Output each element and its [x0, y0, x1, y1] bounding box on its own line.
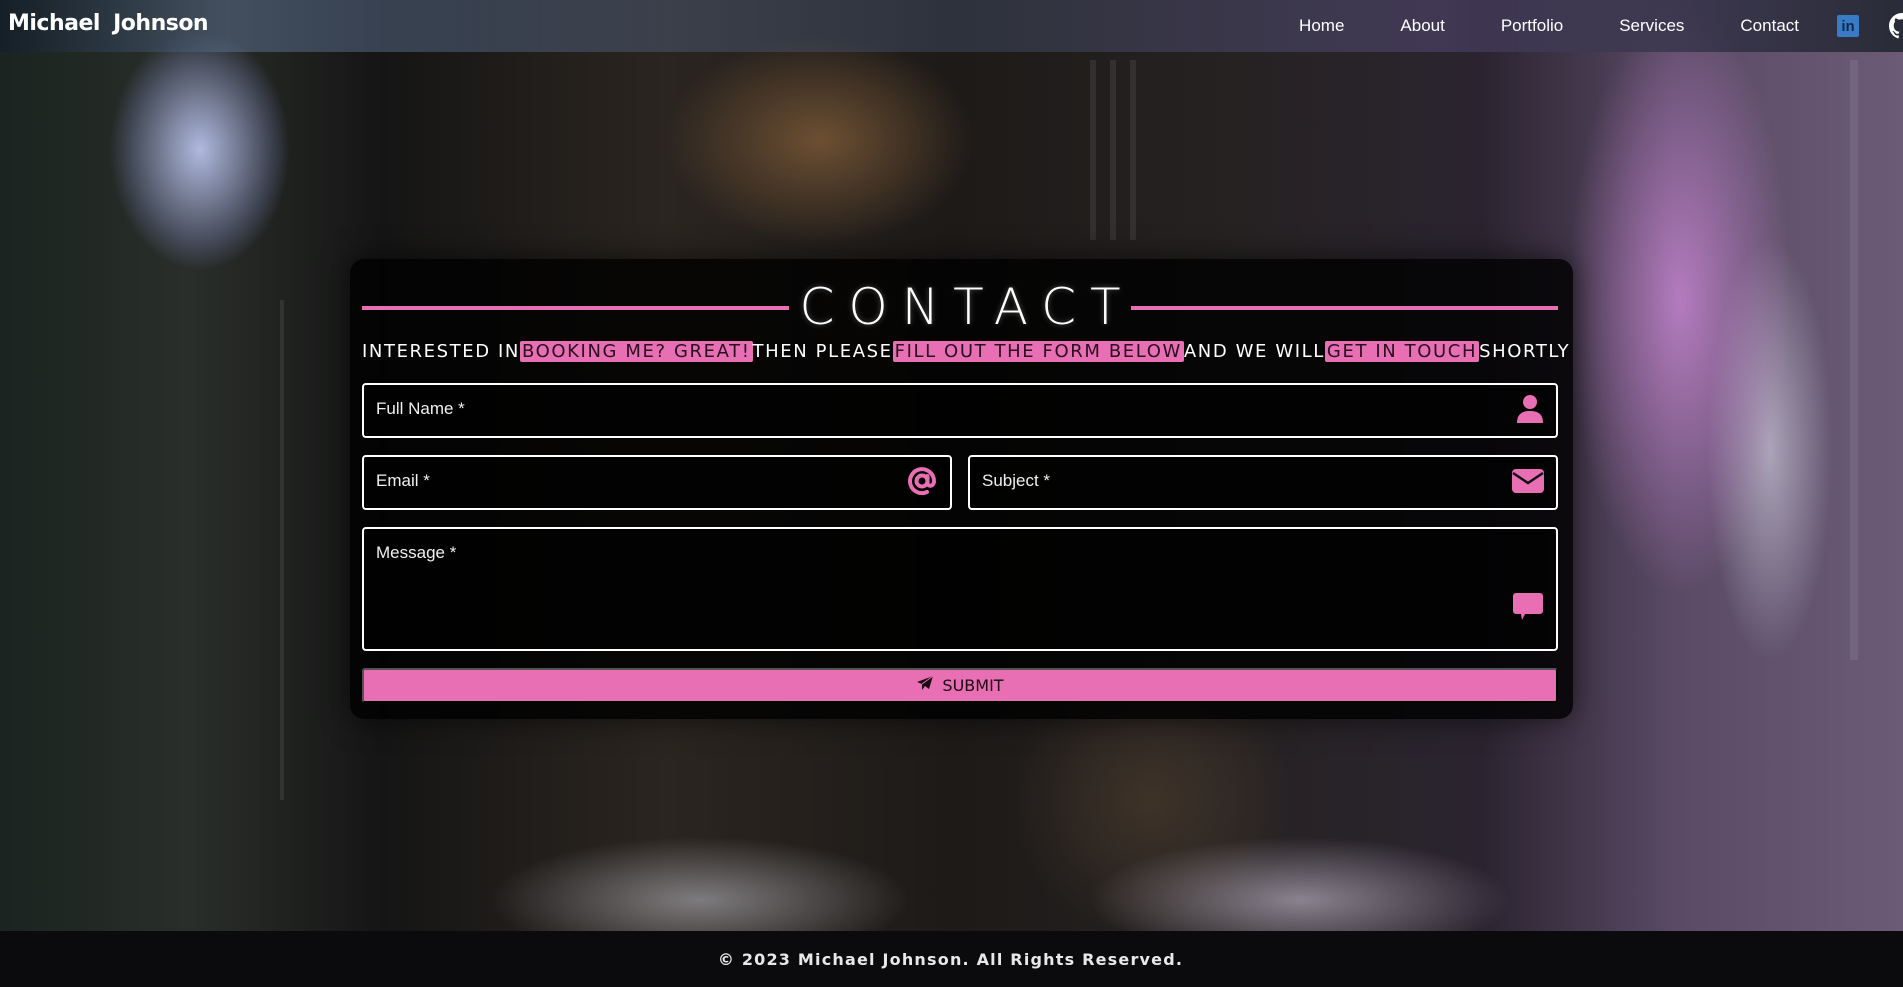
nav-link-about[interactable]: About — [1400, 16, 1444, 36]
linkedin-icon[interactable]: in — [1837, 15, 1859, 37]
comment-icon — [1512, 591, 1544, 627]
footer: © 2023 Michael Johnson. All Rights Reser… — [0, 931, 1903, 987]
contact-card: CONTACT INTERESTED IN BOOKING ME? GREAT!… — [350, 259, 1573, 719]
subtitle-text: SHORTLY — [1479, 341, 1571, 362]
nav-link-services[interactable]: Services — [1619, 16, 1684, 36]
page-title: CONTACT — [799, 278, 1135, 336]
subtitle-highlight: BOOKING ME? GREAT! — [519, 341, 753, 362]
full-name-input[interactable]: Full Name * — [362, 383, 1558, 438]
nav-link-contact[interactable]: Contact — [1740, 16, 1799, 36]
submit-label: SUBMIT — [942, 676, 1004, 695]
subtitle-text: THEN PLEASE — [752, 341, 893, 362]
message-label: Message * — [376, 543, 457, 562]
heading-divider-left — [362, 306, 790, 310]
subtitle-text: INTERESTED IN — [362, 341, 520, 362]
at-icon — [906, 465, 938, 501]
subject-label: Subject * — [982, 471, 1051, 490]
heading-divider-right — [1130, 306, 1559, 310]
paper-plane-icon — [916, 675, 934, 696]
full-name-label: Full Name * — [376, 399, 465, 418]
message-textarea[interactable]: Message * — [362, 527, 1558, 651]
nav-links: Home About Portfolio Services Contact in — [1299, 0, 1903, 52]
email-input[interactable]: Email * — [362, 455, 952, 510]
contact-heading-row: CONTACT — [362, 277, 1559, 337]
brand-logo[interactable]: Michael Johnson — [8, 11, 209, 36]
copyright-text: © 2023 Michael Johnson. All Rights Reser… — [717, 949, 1184, 969]
subtitle-text: AND WE WILL — [1183, 341, 1325, 362]
github-icon[interactable] — [1889, 13, 1903, 39]
subtitle-highlight: GET IN TOUCH — [1324, 341, 1480, 362]
nav-link-home[interactable]: Home — [1299, 16, 1344, 36]
subject-input[interactable]: Subject * — [968, 455, 1558, 510]
nav-link-portfolio[interactable]: Portfolio — [1501, 16, 1563, 36]
subtitle-highlight: FILL OUT THE FORM BELOW — [892, 341, 1184, 362]
user-icon — [1516, 394, 1544, 428]
submit-button[interactable]: SUBMIT — [362, 668, 1558, 703]
contact-subtitle: INTERESTED IN BOOKING ME? GREAT! THEN PL… — [362, 341, 1569, 362]
envelope-icon — [1512, 468, 1544, 497]
top-navbar: Michael Johnson Home About Portfolio Ser… — [0, 0, 1903, 52]
email-label: Email * — [376, 471, 430, 490]
